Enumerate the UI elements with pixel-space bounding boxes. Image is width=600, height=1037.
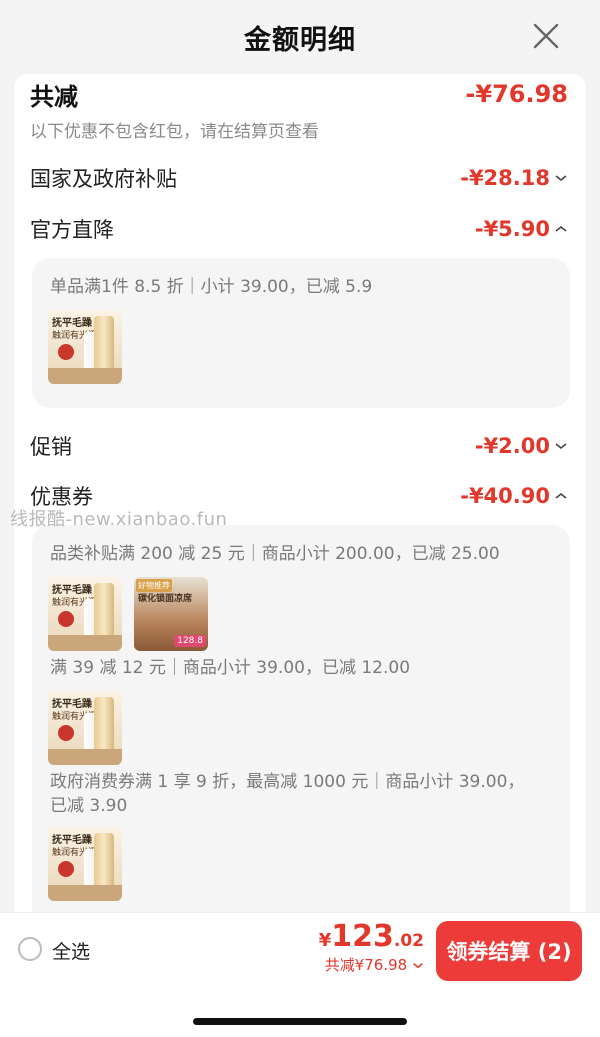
price-decimal: .02 [393, 931, 424, 951]
subsidy-row[interactable]: 国家及政府补贴 -¥28.18 [30, 158, 568, 198]
discount-note: 以下优惠不包含红包，请在结算页查看 [30, 122, 319, 142]
home-indicator[interactable] [193, 1018, 407, 1025]
amount-detail-sheet: 金额明细 共减 -¥76.98 以下优惠不包含红包，请在结算页查看 国家及政府补… [0, 0, 600, 912]
official-row[interactable]: 官方直降 -¥5.90 [30, 209, 568, 249]
close-icon[interactable] [530, 20, 562, 52]
sheet-title: 金额明细 [244, 25, 356, 56]
price-integer: 123 [331, 919, 394, 954]
seal-mark [58, 344, 74, 360]
official-amount: -¥5.90 [474, 217, 550, 241]
coupon-detail-3a: 政府消费券满 1 享 9 折，最高减 1000 元｜商品小计 39.00， [50, 772, 525, 792]
product-thumbnail[interactable]: 抚平毛躁 触润有光泽 [48, 827, 122, 901]
seal-mark [58, 861, 74, 877]
watermark: 线报酷-new.xianbao.fun [10, 509, 228, 530]
sheet-header: 金额明细 [0, 0, 600, 74]
product-thumbnail[interactable]: 抚平毛躁 触润有光泽 [48, 310, 122, 384]
mat-thumb-title: 碳化锁面凉席 [138, 594, 193, 604]
official-detail-text: 单品满1件 8.5 折｜小计 39.00，已减 5.9 [50, 277, 373, 297]
select-all-radio[interactable] [18, 937, 42, 961]
discount-summary[interactable]: 共减¥76.98 [319, 954, 424, 975]
discount-summary-text: 共减¥76.98 [324, 956, 408, 974]
coupon-detail-box: 品类补贴满 200 减 25 元｜商品小计 200.00，已减 25.00 抚平… [32, 525, 570, 912]
product-thumb-title: 抚平毛躁 [52, 699, 92, 710]
subsidy-amount: -¥28.18 [460, 166, 550, 190]
bottle-large [94, 833, 114, 893]
product-thumb-title: 抚平毛躁 [52, 835, 92, 846]
total-label: 共减 [30, 82, 78, 111]
promo-label: 促销 [30, 435, 72, 459]
seal-mark [58, 611, 74, 627]
bottle-large [94, 697, 114, 757]
promo-row[interactable]: 促销 -¥2.00 [30, 426, 568, 466]
checkout-bar: 全选 ¥123.02 共减¥76.98 领券结算 (2) [0, 912, 600, 988]
product-thumbnail[interactable]: 抚平毛躁 触润有光泽 [48, 577, 122, 651]
product-thumb-title: 抚平毛躁 [52, 585, 92, 596]
discount-card: 共减 -¥76.98 以下优惠不包含红包，请在结算页查看 国家及政府补贴 -¥2… [14, 74, 586, 912]
thumb-base [48, 368, 122, 384]
official-detail-box: 单品满1件 8.5 折｜小计 39.00，已减 5.9 抚平毛躁 触润有光泽 [32, 258, 570, 408]
thumb-base [48, 885, 122, 901]
total-amount: -¥76.98 [465, 80, 568, 108]
coupon-amount: -¥40.90 [460, 484, 550, 508]
chevron-up-icon [555, 492, 567, 499]
mat-thumbnail[interactable]: 好物推荐 碳化锁面凉席 128.8 [134, 577, 208, 651]
coupon-detail-2: 满 39 减 12 元｜商品小计 39.00，已减 12.00 [50, 658, 411, 678]
chevron-down-icon [555, 175, 567, 182]
seal-mark [58, 725, 74, 741]
promo-amount: -¥2.00 [474, 434, 550, 458]
total-price: ¥123.02 [319, 919, 424, 954]
select-all-label[interactable]: 全选 [52, 937, 90, 964]
bottle-large [94, 316, 114, 376]
official-label: 官方直降 [30, 218, 114, 242]
price-block: ¥123.02 共减¥76.98 [319, 919, 424, 975]
subsidy-label: 国家及政府补贴 [30, 167, 177, 191]
home-area [0, 988, 600, 1037]
chevron-up-icon [555, 225, 567, 232]
product-thumb-title: 抚平毛躁 [52, 318, 92, 329]
mat-thumb-price: 128.8 [174, 635, 206, 647]
coupon-detail-1: 品类补贴满 200 减 25 元｜商品小计 200.00，已减 25.00 [50, 544, 500, 564]
thumb-base [48, 635, 122, 651]
coupon-detail-3b: 已减 3.90 [50, 796, 128, 816]
total-discount-row: 共减 -¥76.98 [30, 74, 568, 114]
price-currency: ¥ [318, 930, 332, 951]
chevron-down-icon [555, 443, 567, 450]
checkout-button[interactable]: 领券结算 (2) [436, 921, 582, 981]
product-thumbnail[interactable]: 抚平毛躁 触润有光泽 [48, 691, 122, 765]
bottle-large [94, 583, 114, 643]
thumb-base [48, 749, 122, 765]
chevron-down-icon [413, 963, 423, 969]
